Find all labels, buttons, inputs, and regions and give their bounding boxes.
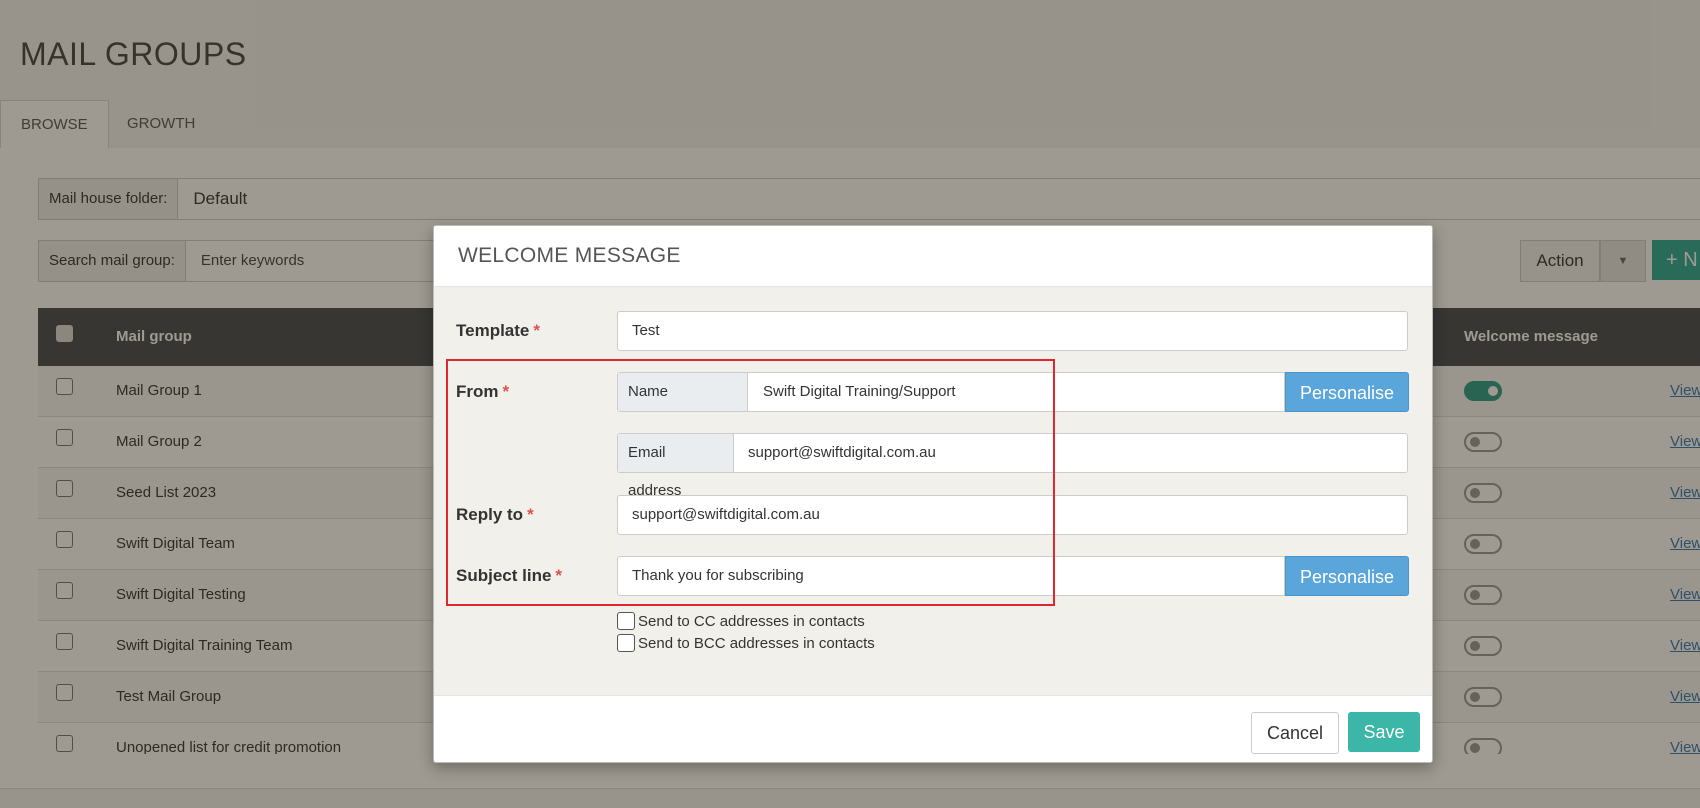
required-marker: * xyxy=(527,505,534,524)
mail-groups-page: MAIL GROUPS BROWSE GROWTH Mail house fol… xyxy=(0,0,1700,808)
send-cc-label: Send to CC addresses in contacts xyxy=(638,612,865,630)
subject-line-label: Subject line * xyxy=(456,566,563,585)
from-email-input[interactable]: Email address support@swiftdigital.com.a… xyxy=(617,433,1408,499)
send-cc-checkbox[interactable] xyxy=(617,612,635,630)
template-value: Test xyxy=(632,322,660,339)
subject-line-input[interactable]: Thank you for subscribing xyxy=(617,556,1285,596)
reply-to-value: support@swiftdigital.com.au xyxy=(632,506,820,523)
email-address-addon: Email address xyxy=(618,434,734,499)
subject-line-value: Thank you for subscribing xyxy=(632,567,804,584)
modal-header: WELCOME MESSAGE xyxy=(434,226,1432,287)
send-bcc-label: Send to BCC addresses in contacts xyxy=(638,634,875,652)
from-name-value: Swift Digital Training/Support xyxy=(763,383,956,400)
required-marker: * xyxy=(533,321,540,340)
welcome-message-modal: WELCOME MESSAGE Template * Test From * Nam… xyxy=(433,225,1433,763)
name-addon: Name xyxy=(618,373,748,411)
send-bcc-checkbox[interactable] xyxy=(617,634,635,652)
personalise-from-button[interactable]: Personalise xyxy=(1285,372,1409,412)
required-marker: * xyxy=(555,566,563,585)
send-cc-option[interactable]: Send to CC addresses in contacts xyxy=(617,612,865,630)
required-marker: * xyxy=(502,382,510,401)
send-bcc-option[interactable]: Send to BCC addresses in contacts xyxy=(617,634,875,652)
template-input[interactable]: Test xyxy=(617,311,1408,351)
modal-footer: Cancel Save xyxy=(434,695,1432,762)
modal-body: Template * Test From * Name Swift Digital … xyxy=(434,287,1432,695)
save-button[interactable]: Save xyxy=(1348,712,1420,752)
from-name-input[interactable]: Name Swift Digital Training/Support xyxy=(617,372,1285,412)
personalise-subject-button[interactable]: Personalise xyxy=(1285,556,1409,596)
reply-to-input[interactable]: support@swiftdigital.com.au xyxy=(617,495,1408,535)
reply-to-label: Reply to * xyxy=(456,505,534,524)
template-label: Template * xyxy=(456,321,540,340)
from-email-value: support@swiftdigital.com.au xyxy=(748,444,936,461)
cancel-button[interactable]: Cancel xyxy=(1251,712,1339,754)
modal-title: WELCOME MESSAGE xyxy=(458,244,681,267)
from-label: From * xyxy=(456,382,510,401)
